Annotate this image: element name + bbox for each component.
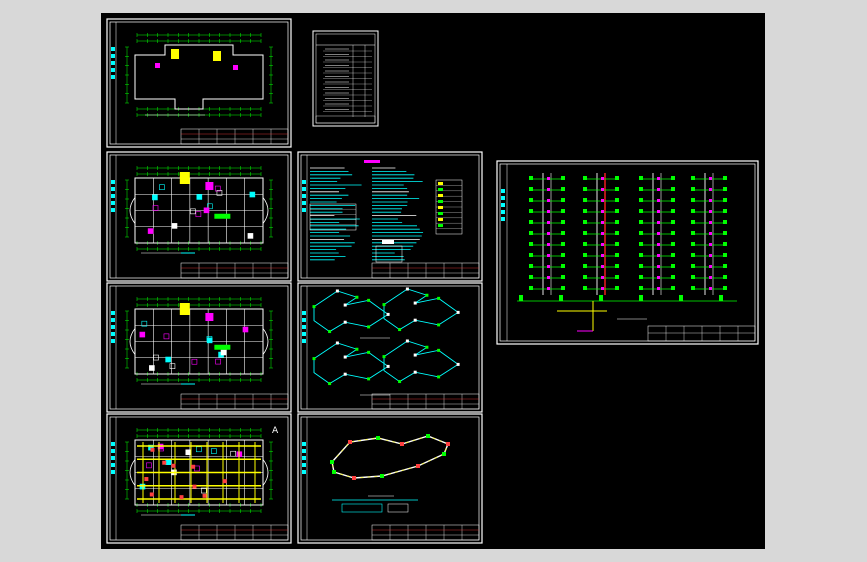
sheet-drawing-list[interactable] [312, 30, 379, 127]
sheet-isometric-1[interactable] [297, 282, 483, 413]
sheet-design-notes[interactable] [297, 151, 483, 282]
sheet-system-diagram[interactable] [496, 160, 759, 345]
sheet-corner-mark: A [272, 426, 279, 436]
cad-drawing-viewport[interactable]: A [101, 13, 765, 549]
sheet-floor-plan-3[interactable] [106, 413, 292, 544]
sheet-isometric-2[interactable] [297, 413, 483, 544]
cad-drawing-canvas[interactable]: A [101, 13, 765, 549]
sheet-site-plan[interactable] [106, 18, 292, 148]
sheet-floor-plan-1[interactable] [106, 151, 292, 282]
sheet-floor-plan-2[interactable] [106, 282, 292, 413]
